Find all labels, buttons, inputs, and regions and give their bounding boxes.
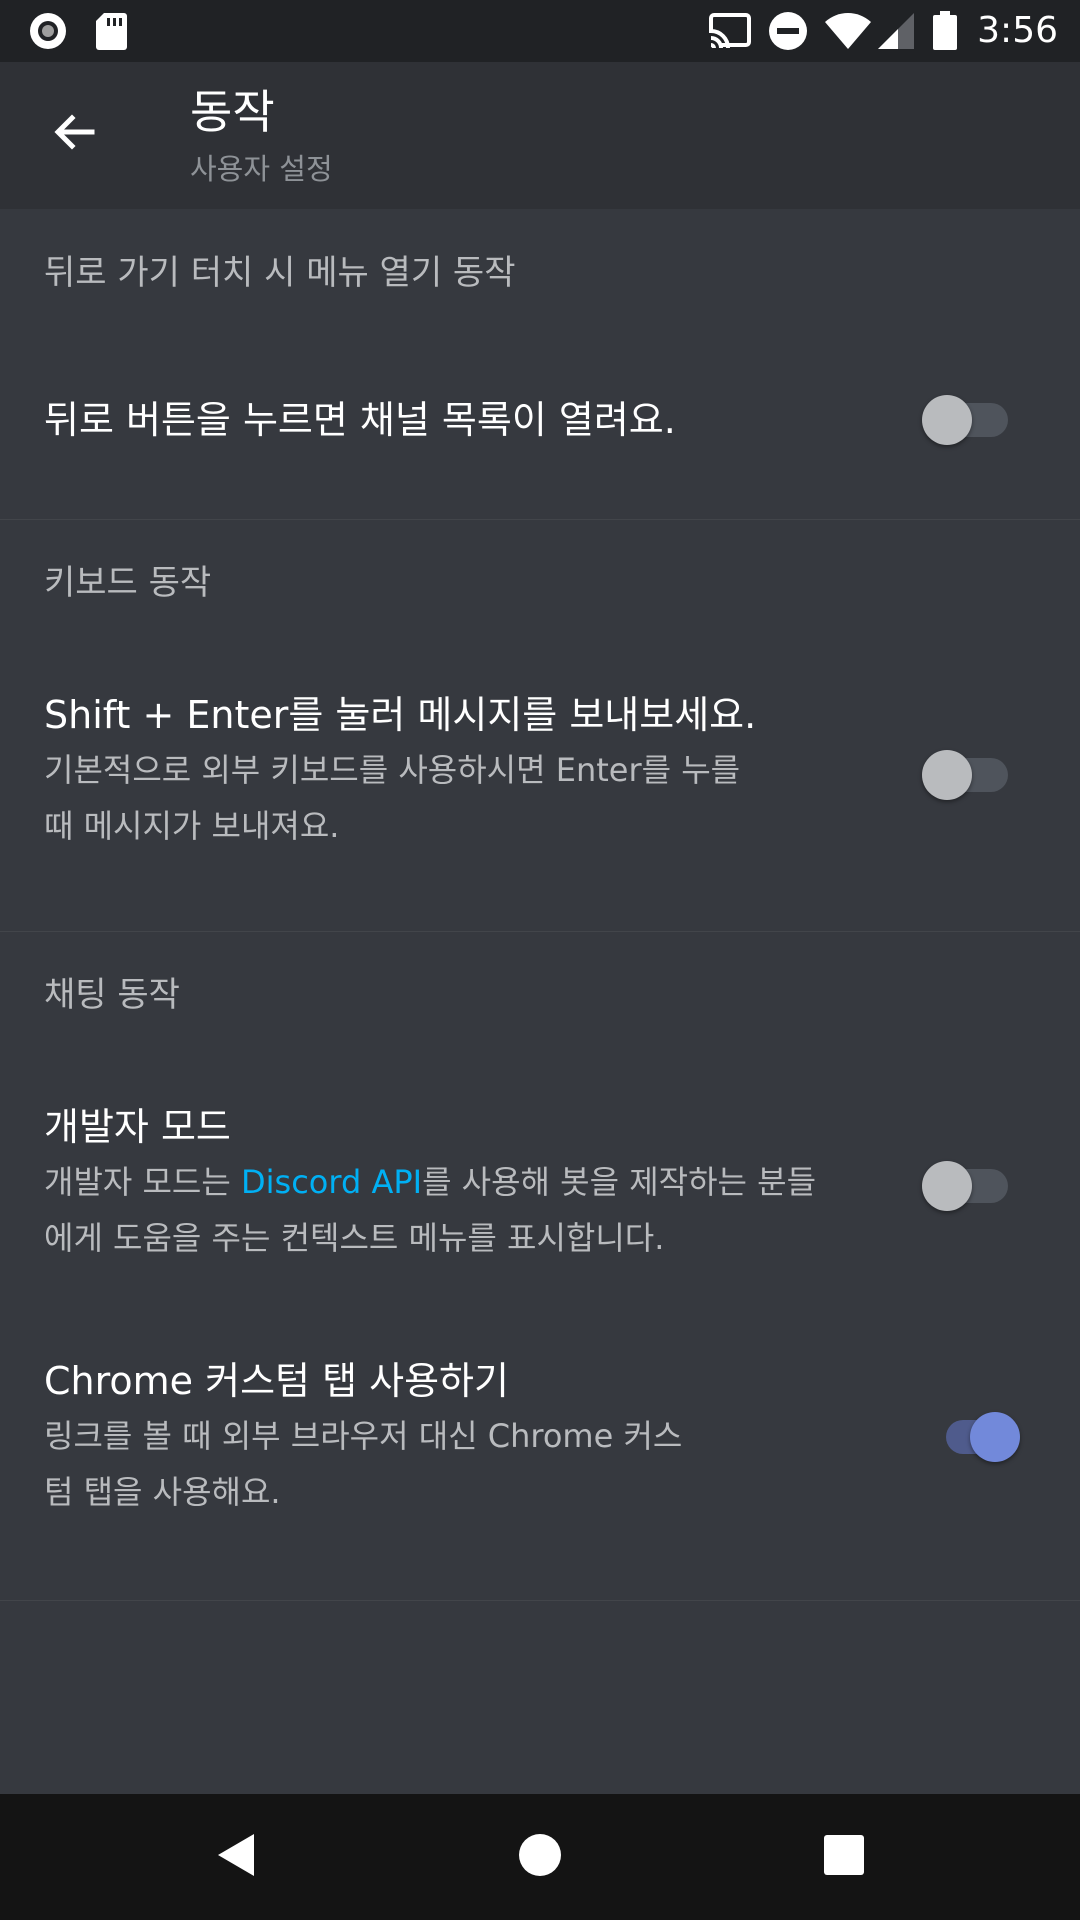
section-header: 채팅 동작 <box>44 975 180 1015</box>
setting-developer-mode[interactable]: 개발자 모드 개발자 모드는 Discord API를 사용해 봇을 제작하는 … <box>0 1102 1080 1302</box>
section-back-behavior: 뒤로 가기 터치 시 메뉴 열기 동작 뒤로 버튼을 누르면 채널 목록이 열려… <box>0 209 1080 520</box>
setting-description: 개발자 모드는 Discord API를 사용해 봇을 제작하는 분들 에게 도… <box>44 1154 884 1266</box>
system-nav-bar <box>0 1794 1080 1920</box>
description-line: 텀 탭을 사용해요. <box>44 1473 281 1511</box>
setting-description: 링크를 볼 때 외부 브라우저 대신 Chrome 커스 텀 탭을 사용해요. <box>44 1408 884 1520</box>
setting-description: 기본적으로 외부 키보드를 사용하시면 Enter를 누를 때 메시지가 보내져… <box>44 742 884 854</box>
setting-shift-enter[interactable]: Shift + Enter를 눌러 메시지를 보내보세요. 기본적으로 외부 키… <box>0 690 1080 890</box>
section-keyboard: 키보드 동작 Shift + Enter를 눌러 메시지를 보내보세요. 기본적… <box>0 520 1080 932</box>
wifi-icon <box>824 11 872 55</box>
home-circle-icon <box>518 1833 562 1881</box>
setting-title: Shift + Enter를 눌러 메시지를 보내보세요. <box>44 693 757 737</box>
setting-title: 개발자 모드 <box>44 1105 231 1149</box>
app-bar: 동작 사용자 설정 <box>0 62 1080 209</box>
toggle-developer-mode[interactable] <box>922 1157 1022 1213</box>
toggle-thumb <box>922 750 972 800</box>
discord-api-link[interactable]: Discord API <box>241 1163 422 1201</box>
description-line: 기본적으로 외부 키보드를 사용하시면 Enter를 누를 <box>44 751 741 789</box>
description-line: 때 메시지가 보내져요. <box>44 807 340 845</box>
setting-title: Chrome 커스텀 탭 사용하기 <box>44 1359 509 1403</box>
section-chat: 채팅 동작 개발자 모드 개발자 모드는 Discord API를 사용해 봇을… <box>0 932 1080 1601</box>
page-title: 동작 <box>190 85 275 139</box>
nav-back-button[interactable] <box>166 1794 306 1920</box>
signal-icon <box>876 11 916 55</box>
page-subtitle: 사용자 설정 <box>190 152 333 186</box>
section-header: 뒤로 가기 터치 시 메뉴 열기 동작 <box>44 253 516 293</box>
battery-icon <box>932 11 958 55</box>
description-line: 개발자 모드는 Discord API를 사용해 봇을 제작하는 분들 <box>44 1154 884 1210</box>
setting-back-opens-channels[interactable]: 뒤로 버튼을 누르면 채널 목록이 열려요. <box>0 359 1080 479</box>
toggle-thumb <box>922 1161 972 1211</box>
back-button[interactable] <box>38 98 110 170</box>
back-triangle-icon <box>214 1831 258 1883</box>
toggle-thumb <box>970 1412 1020 1462</box>
nav-home-button[interactable] <box>470 1794 610 1920</box>
description-line: 에게 도움을 주는 컨텍스트 메뉴를 표시합니다. <box>44 1219 665 1257</box>
toggle-shift-enter[interactable] <box>922 746 1022 802</box>
setting-chrome-custom-tabs[interactable]: Chrome 커스텀 탭 사용하기 링크를 볼 때 외부 브라우저 대신 Chr… <box>0 1356 1080 1556</box>
record-icon <box>28 11 68 55</box>
arrow-back-icon <box>50 108 98 160</box>
do-not-disturb-icon <box>768 11 808 55</box>
status-bar: 3:56 <box>0 0 1080 62</box>
setting-title: 뒤로 버튼을 누르면 채널 목록이 열려요. <box>44 398 676 442</box>
toggle-back-opens-channels[interactable] <box>922 391 1022 447</box>
nav-recents-button[interactable] <box>774 1794 914 1920</box>
section-header: 키보드 동작 <box>44 563 212 603</box>
cast-icon <box>708 11 752 55</box>
description-line: 링크를 볼 때 외부 브라우저 대신 Chrome 커스 <box>44 1417 683 1455</box>
description-text: 개발자 모드는 <box>44 1163 241 1201</box>
status-time: 3:56 <box>977 10 1058 51</box>
sd-card-icon <box>94 11 128 55</box>
description-text: 를 사용해 봇을 제작하는 분들 <box>422 1163 817 1201</box>
toggle-chrome-custom-tabs[interactable] <box>922 1408 1022 1464</box>
toggle-thumb <box>922 395 972 445</box>
recents-square-icon <box>823 1834 865 1880</box>
